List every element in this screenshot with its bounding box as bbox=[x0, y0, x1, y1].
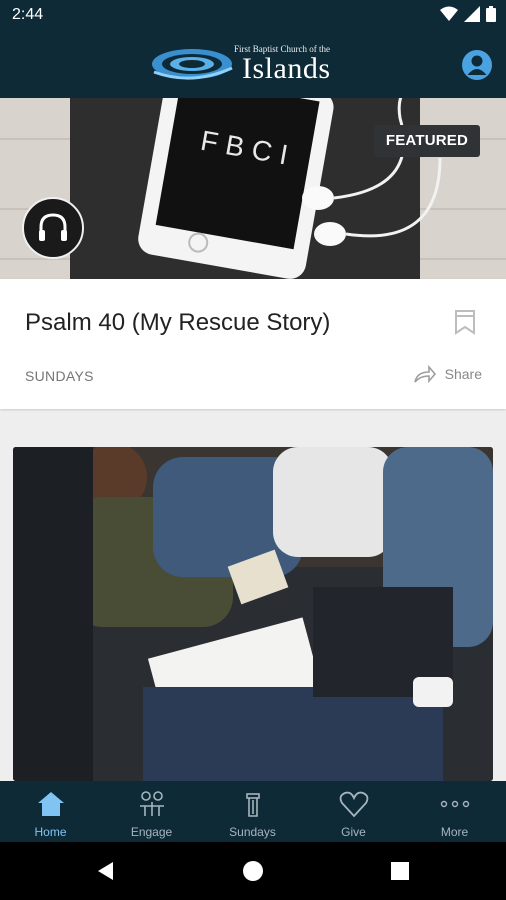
bottom-navigation: Home Engage Sundays Give More bbox=[0, 781, 506, 842]
sermon-title: Psalm 40 (My Rescue Story) bbox=[25, 309, 331, 336]
app-header: First Baptist Church of the Islands bbox=[0, 30, 506, 98]
status-icons bbox=[440, 6, 496, 22]
wifi-icon bbox=[440, 6, 458, 21]
featured-badge: FEATURED bbox=[373, 125, 480, 157]
bookmark-icon[interactable] bbox=[454, 309, 476, 335]
nav-give-label: Give bbox=[341, 825, 366, 839]
back-icon[interactable] bbox=[95, 860, 117, 882]
nav-sundays[interactable]: Sundays bbox=[202, 781, 303, 842]
headphones-icon bbox=[39, 213, 67, 241]
sermon-category: SUNDAYS bbox=[25, 368, 94, 384]
share-label: Share bbox=[444, 366, 482, 382]
system-navigation-bar bbox=[0, 842, 506, 900]
signal-icon bbox=[464, 6, 480, 22]
nav-engage-label: Engage bbox=[130, 825, 173, 839]
nav-home[interactable]: Home bbox=[0, 781, 101, 842]
nav-more[interactable]: More bbox=[404, 781, 505, 842]
logo-title: Islands bbox=[242, 52, 331, 85]
heart-icon bbox=[339, 791, 368, 818]
share-icon bbox=[413, 364, 436, 384]
profile-icon bbox=[467, 55, 487, 75]
share-button[interactable]: Share bbox=[413, 364, 482, 384]
church-logo[interactable]: First Baptist Church of the Islands bbox=[150, 38, 360, 90]
congregation-photo bbox=[13, 447, 493, 781]
battery-icon bbox=[486, 6, 496, 22]
nav-give[interactable]: Give bbox=[303, 781, 404, 842]
recents-icon[interactable] bbox=[389, 860, 411, 882]
account-button[interactable] bbox=[462, 50, 492, 80]
nav-sundays-label: Sundays bbox=[229, 825, 276, 839]
status-bar: 2:44 bbox=[0, 0, 506, 30]
home-icon bbox=[37, 792, 64, 816]
pulpit-icon bbox=[245, 793, 260, 817]
content-card-image[interactable] bbox=[13, 447, 493, 781]
status-time: 2:44 bbox=[12, 6, 44, 23]
featured-card[interactable]: Psalm 40 (My Rescue Story) SUNDAYS Share bbox=[0, 279, 506, 409]
more-dots-icon bbox=[440, 800, 469, 808]
home-circle-icon[interactable] bbox=[242, 860, 264, 882]
featured-hero-image[interactable]: FBCI FEATURED bbox=[0, 98, 506, 279]
logo-swirl-icon bbox=[152, 49, 233, 80]
audio-button[interactable] bbox=[22, 197, 84, 259]
nav-home-label: Home bbox=[34, 825, 67, 839]
nav-engage[interactable]: Engage bbox=[101, 781, 202, 842]
nav-more-label: More bbox=[440, 825, 469, 839]
people-icon bbox=[139, 791, 164, 816]
